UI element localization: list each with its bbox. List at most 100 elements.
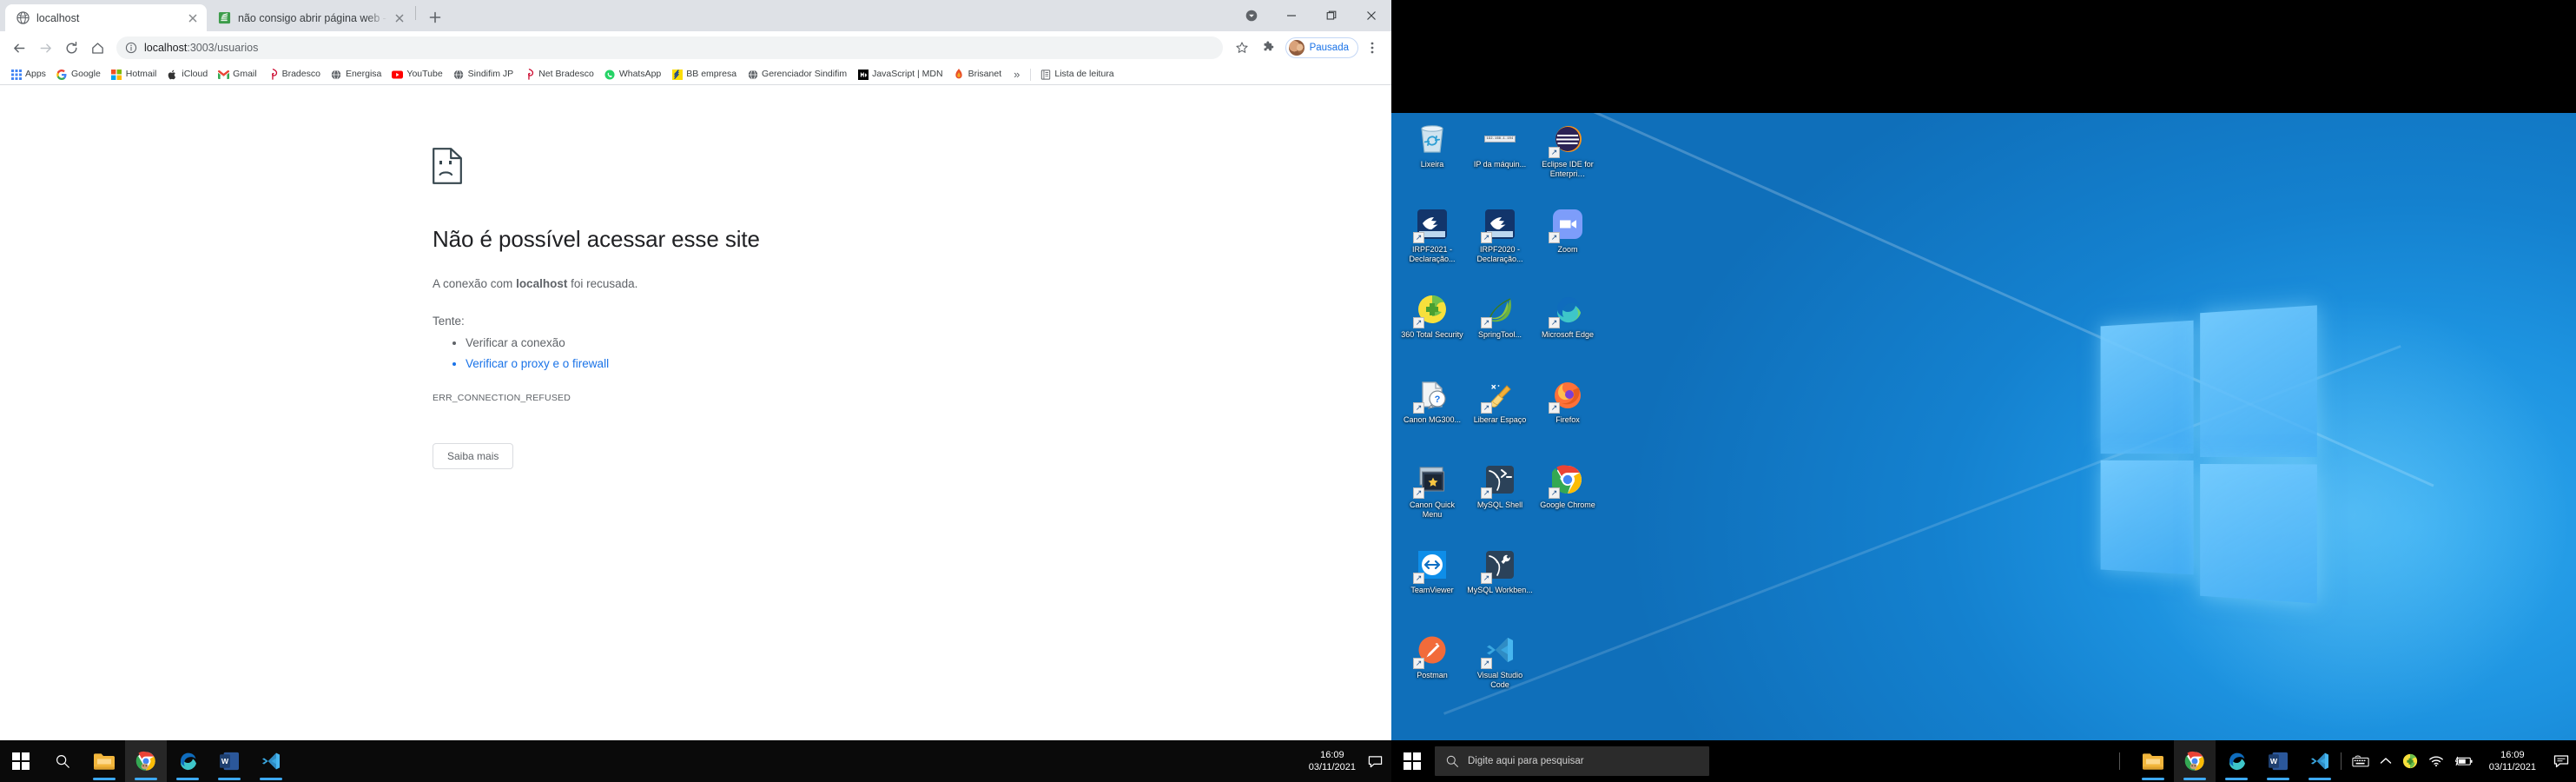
- learn-more-button[interactable]: Saiba mais: [433, 443, 514, 469]
- battery-charging-icon[interactable]: [2454, 755, 2474, 767]
- desktop-icon-lixeira[interactable]: Lixeira: [1398, 118, 1466, 200]
- reload-icon[interactable]: [59, 36, 83, 60]
- reading-list-button[interactable]: Lista de leitura: [1034, 66, 1119, 83]
- taskbar-file-explorer-icon[interactable]: [83, 740, 125, 782]
- bookmark-icloud[interactable]: iCloud: [162, 66, 213, 83]
- desktop-icon-zoom[interactable]: ↗ Zoom: [1534, 203, 1602, 285]
- banco-brasil-icon: [671, 69, 683, 80]
- taskbar-divider: [2118, 752, 2120, 770]
- bookmark-label: Google: [70, 69, 101, 79]
- bookmark-google[interactable]: Google: [51, 66, 106, 83]
- taskbar-edge-icon[interactable]: [2216, 740, 2257, 782]
- tab-localhost[interactable]: localhost: [5, 4, 207, 31]
- close-icon[interactable]: [393, 11, 406, 25]
- desktop-icon-springtool[interactable]: ↗ SpringTool...: [1466, 288, 1534, 370]
- bookmark-label: BB empresa: [686, 69, 737, 79]
- bookmarks-overflow-button[interactable]: »: [1007, 68, 1027, 81]
- bookmark-apps[interactable]: Apps: [5, 66, 51, 83]
- taskbar-vscode-icon[interactable]: [2299, 740, 2341, 782]
- taskbar-edge-icon[interactable]: [167, 740, 208, 782]
- 360-security-tray-icon[interactable]: [2402, 753, 2418, 769]
- desktop-icon-mysql-workbench[interactable]: ↗ MySQL Workben...: [1466, 544, 1534, 626]
- puzzle-icon[interactable]: [1256, 36, 1280, 60]
- new-tab-button[interactable]: [423, 5, 447, 30]
- bookmark-energisa[interactable]: Energisa: [326, 66, 386, 83]
- wifi-icon[interactable]: [2428, 755, 2444, 767]
- desktop-icon-eclipse-ide[interactable]: ↗ Eclipse IDE for Enterpri…: [1534, 118, 1602, 200]
- taskbar-chrome-icon[interactable]: [125, 740, 167, 782]
- window-controls: [1232, 0, 1391, 31]
- canon-quick-menu-icon: ↗: [1413, 462, 1450, 499]
- bookmark-label: Sindifim JP: [467, 69, 514, 79]
- tab-stackoverflow[interactable]: não consigo abrir página web - S: [207, 4, 413, 31]
- address-bar[interactable]: localhost:3003/usuarios: [116, 36, 1223, 59]
- taskbar-word-icon[interactable]: W: [208, 740, 250, 782]
- bookmark-label: Apps: [25, 69, 46, 79]
- desktop-icon-canon-quick-menu[interactable]: ↗ Canon Quick Menu: [1398, 459, 1466, 540]
- bookmark-hotmail[interactable]: Hotmail: [106, 66, 162, 83]
- forward-icon[interactable]: [33, 36, 57, 60]
- taskbar-chrome-icon[interactable]: [2173, 740, 2216, 782]
- windows-start-icon[interactable]: [0, 740, 42, 782]
- svg-text:W: W: [2270, 757, 2278, 765]
- desktop-icon-liberar-espaco[interactable]: ↗ Liberar Espaço: [1466, 374, 1534, 455]
- desktop-icon-label: Google Chrome: [1540, 500, 1595, 509]
- screen-root: localhost não consigo abrir página web -…: [0, 0, 2576, 782]
- desktop-icon-label: Canon MG300...: [1403, 415, 1462, 424]
- desktop-icon-firefox[interactable]: ↗ Firefox: [1534, 374, 1602, 455]
- notification-icon[interactable]: [1368, 754, 1391, 769]
- windows-start-icon[interactable]: [1391, 740, 1433, 782]
- windows-desktop[interactable]: Lixeira 192.168.1.104 IP da máquin... ↗ …: [1391, 113, 2576, 740]
- close-icon[interactable]: [186, 11, 200, 25]
- keyboard-layout-icon[interactable]: [2352, 755, 2369, 767]
- info-circle-icon[interactable]: [125, 42, 137, 54]
- ip-badge-text: 192.168.1.104: [1483, 136, 1516, 142]
- brisanet-icon: [954, 69, 965, 80]
- bookmark-bradesco[interactable]: Bradesco: [262, 66, 326, 83]
- desktop-icon-google-chrome[interactable]: ↗ Google Chrome: [1534, 459, 1602, 540]
- bookmark-bb-empresa[interactable]: BB empresa: [666, 66, 742, 83]
- bookmark-javascript-mdn[interactable]: JavaScript | MDN: [852, 66, 948, 83]
- desktop-icon-360-total-security[interactable]: ↗ 360 Total Security: [1398, 288, 1466, 370]
- globe-icon: [453, 69, 465, 80]
- svg-text:W: W: [221, 757, 229, 765]
- show-hidden-icons-chevron-icon[interactable]: [2380, 757, 2392, 765]
- taskbar-vscode-icon[interactable]: [250, 740, 292, 782]
- url-text: localhost:3003/usuarios: [144, 42, 258, 54]
- close-window-button[interactable]: [1351, 2, 1391, 30]
- desktop-icon-visual-studio-code[interactable]: ↗ Visual Studio Code: [1466, 629, 1534, 711]
- maximize-button[interactable]: [1311, 2, 1351, 30]
- desktop-icon-irpf2020[interactable]: ↗ IRPF2020 - Declaração...: [1466, 203, 1534, 285]
- gmail-m-icon: [218, 69, 230, 80]
- desktop-icon-microsoft-edge[interactable]: ↗ Microsoft Edge: [1534, 288, 1602, 370]
- bookmark-label: Gerenciador Sindifim: [762, 69, 848, 79]
- taskbar-clock[interactable]: 16:09 03/11/2021: [2489, 749, 2536, 773]
- notification-icon[interactable]: [2553, 753, 2569, 769]
- bookmark-net-bradesco[interactable]: Net Bradesco: [519, 66, 599, 83]
- list-item-proxy-firewall-link[interactable]: Verificar o proxy e o firewall: [466, 357, 1391, 370]
- taskbar-clock[interactable]: 16:09 03/11/2021: [1309, 749, 1356, 773]
- desktop-icon-ip-da-maquina[interactable]: 192.168.1.104 IP da máquin...: [1466, 118, 1534, 200]
- home-icon[interactable]: [85, 36, 109, 60]
- bookmark-sindifim-jp[interactable]: Sindifim JP: [448, 66, 519, 83]
- search-icon[interactable]: [42, 740, 83, 782]
- desktop-icon-canon-mg300[interactable]: ? ↗ Canon MG300...: [1398, 374, 1466, 455]
- taskbar-file-explorer-icon[interactable]: [2132, 740, 2174, 782]
- search-input[interactable]: Digite aqui para pesquisar: [1435, 746, 1709, 776]
- bookmark-whatsapp[interactable]: WhatsApp: [599, 66, 666, 83]
- desktop-icon-irpf2021[interactable]: ↗ IRPF2021 - Declaração...: [1398, 203, 1466, 285]
- chrome-menu-icon[interactable]: [1360, 36, 1384, 60]
- desktop-icon-teamviewer[interactable]: ↗ TeamViewer: [1398, 544, 1466, 626]
- bookmark-brisanet[interactable]: Brisanet: [948, 66, 1007, 83]
- taskbar-word-icon[interactable]: W: [2257, 740, 2299, 782]
- profile-chip[interactable]: Pausada: [1285, 37, 1358, 58]
- chevron-down-icon[interactable]: [1232, 2, 1271, 30]
- bookmark-gmail[interactable]: Gmail: [213, 66, 261, 83]
- back-icon[interactable]: [7, 36, 31, 60]
- desktop-icon-postman[interactable]: ↗ Postman: [1398, 629, 1466, 711]
- desktop-icon-mysql-shell[interactable]: ↗ MySQL Shell: [1466, 459, 1534, 540]
- bookmark-star-icon[interactable]: [1230, 36, 1254, 60]
- bookmark-youtube[interactable]: YouTube: [386, 66, 447, 83]
- bookmark-gerenciador-sindifim[interactable]: Gerenciador Sindifim: [742, 66, 852, 83]
- minimize-button[interactable]: [1271, 2, 1311, 30]
